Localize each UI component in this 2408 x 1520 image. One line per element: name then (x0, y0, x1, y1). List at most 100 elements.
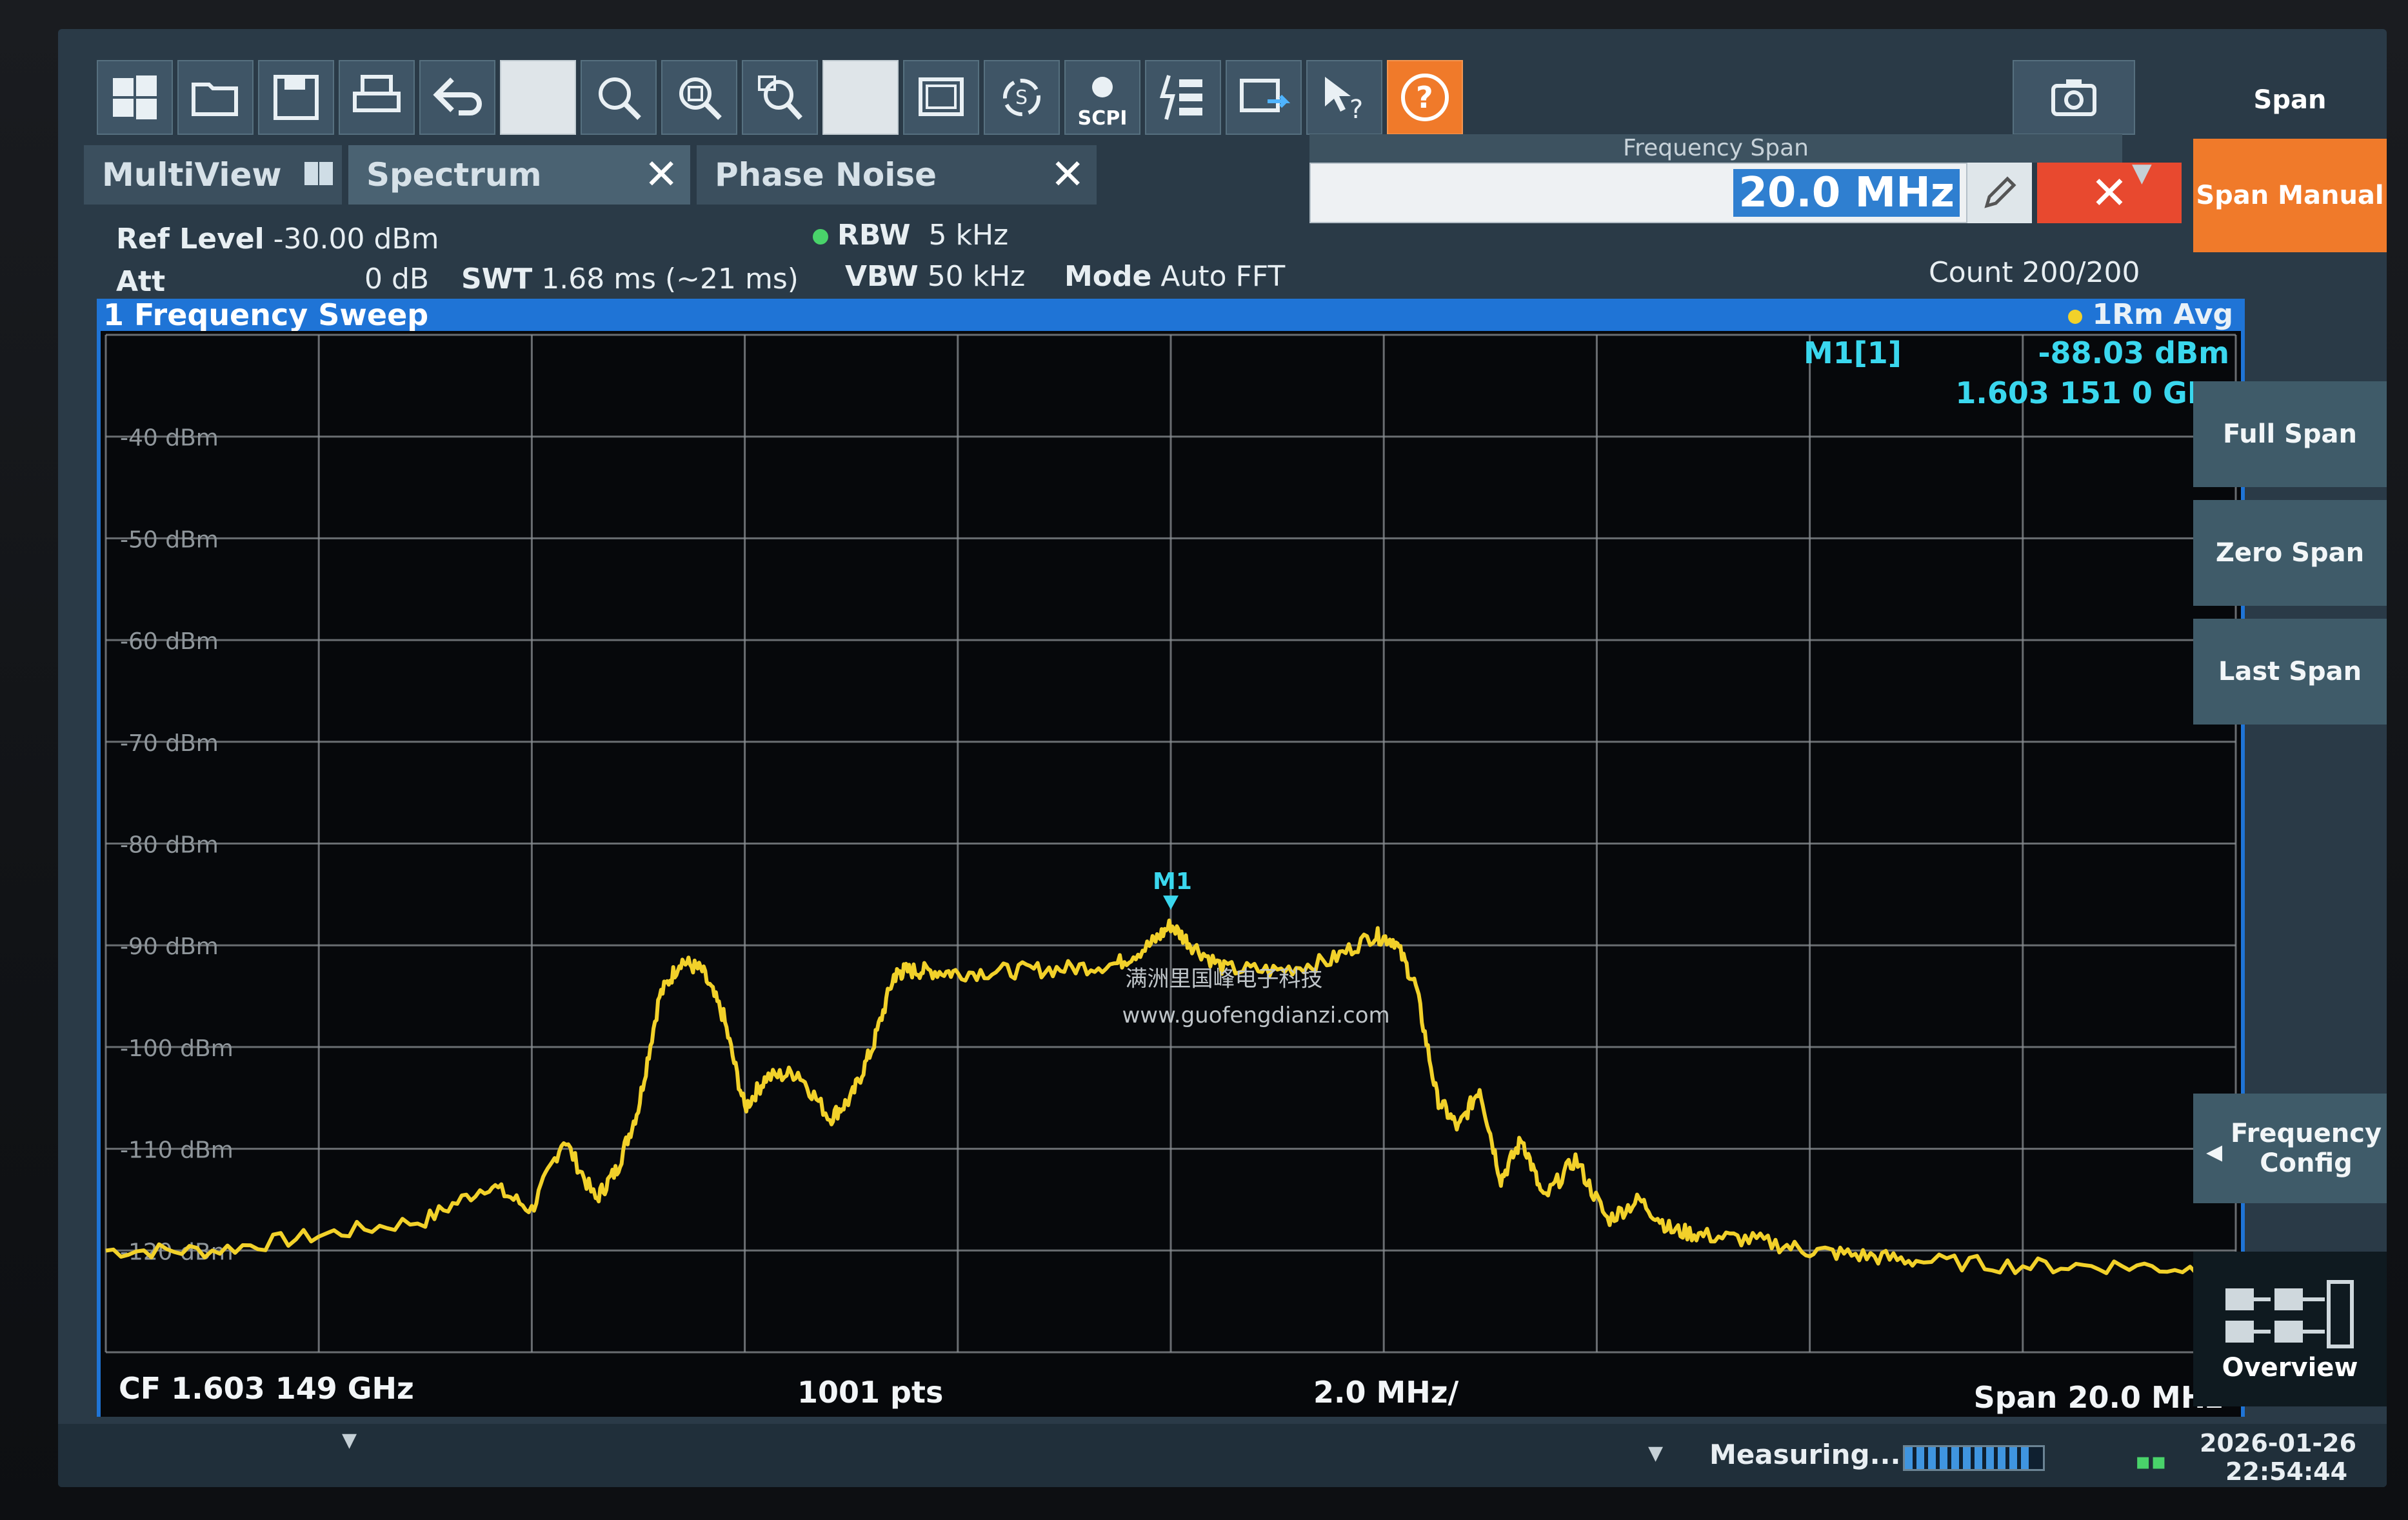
att-label: Att (116, 265, 166, 298)
measuring-status: Measuring... (1709, 1439, 1901, 1470)
marker-triangle (1163, 895, 1179, 910)
rbw-readout: RBW 5 kHz (813, 219, 1008, 252)
marker-tag: M1 (1153, 868, 1192, 895)
trace-color-dot-icon (2068, 310, 2083, 324)
status-time: 22:54:44 (2225, 1457, 2348, 1486)
footer-center-frequency: CF 1.603 149 GHz (119, 1371, 414, 1406)
status-date: 2026-01-26 (2200, 1429, 2357, 1457)
tab-multiview[interactable]: MultiView (84, 145, 342, 205)
zoom-icon[interactable] (581, 60, 657, 135)
zoom-multi-icon[interactable] (742, 60, 818, 135)
sequencer-icon[interactable]: S (984, 60, 1060, 135)
display-config-icon[interactable] (1226, 60, 1302, 135)
vbw-readout: VBW 50 kHz (845, 260, 1025, 293)
full-span-button[interactable]: Full Span (2193, 381, 2387, 487)
ref-level-label: Ref Level (116, 223, 264, 255)
overview-button[interactable]: Overview (2193, 1252, 2387, 1406)
analyzer-screen: S SCPI ? ? MultiView Spectrum ✕ Phase No… (58, 29, 2387, 1487)
rbw-status-dot-icon (813, 229, 828, 245)
ref-level-readout: Ref Level -30.00 dBm (116, 223, 439, 255)
y-tick-label: -40 dBm (120, 425, 219, 452)
footer-span: Span 20.0 MHz (1974, 1380, 2223, 1415)
scpi-recorder-icon[interactable]: SCPI (1064, 60, 1140, 135)
spectrum-plot[interactable]: -40 dBm -50 dBm -60 dBm -70 dBm -80 dBm -90 d… (97, 331, 2245, 1417)
camera-icon[interactable] (2013, 60, 2135, 135)
att-value: 0 dB (364, 263, 430, 295)
rbw-label: RBW (837, 219, 911, 252)
vbw-value: 50 kHz (927, 260, 1026, 293)
tab-phase-noise-label: Phase Noise (715, 156, 937, 194)
frequency-span-value[interactable]: 20.0 MHz (1733, 169, 1960, 217)
overview-diagram-icon (2225, 1280, 2354, 1348)
watermark-text-url: www.guofengdianzi.com (1122, 1003, 1389, 1028)
help-icon[interactable]: ? (1387, 60, 1463, 135)
windows-icon[interactable] (97, 60, 173, 135)
save-icon[interactable] (258, 60, 334, 135)
att-readout: Att (116, 265, 165, 298)
overview-label: Overview (2222, 1353, 2358, 1383)
zero-span-button[interactable]: Zero Span (2193, 500, 2387, 606)
footer-points: 1001 pts (797, 1375, 943, 1410)
trace-label-text: 1Rm Avg (2092, 298, 2233, 331)
close-tab-phase-noise-icon[interactable]: ✕ (1050, 145, 1085, 205)
diagram-title: 1 Frequency Sweep (103, 297, 429, 332)
mode-readout: Mode Auto FFT (1064, 260, 1285, 293)
tab-multiview-label: MultiView (102, 156, 282, 194)
print-icon[interactable] (339, 60, 415, 135)
swt-label: SWT (461, 263, 533, 295)
folder-open-icon[interactable] (177, 60, 254, 135)
full-screen-icon[interactable] (903, 60, 979, 135)
frequency-config-button[interactable]: ◂ Frequency Config (2193, 1094, 2387, 1203)
softkey-header: Span (2193, 61, 2387, 139)
status-chevron-down-icon-2[interactable]: ▼ (1648, 1442, 1663, 1465)
y-tick-label: -70 dBm (120, 730, 219, 757)
last-span-button[interactable]: Last Span (2193, 619, 2387, 725)
close-icon[interactable]: ✕ (2037, 163, 2182, 223)
ref-level-value: -30.00 dBm (273, 223, 439, 255)
spectrum-chart[interactable]: -40 dBm -50 dBm -60 dBm -70 dBm -80 dBm -90 d… (101, 331, 2241, 1417)
y-tick-label: -110 dBm (120, 1137, 234, 1164)
frequency-span-dialog: Frequency Span 20.0 MHz ✕ (1309, 134, 2182, 231)
marker-frequency: 1.603 151 0 GHz (1955, 375, 2229, 410)
pencil-icon[interactable] (1967, 163, 2032, 223)
y-tick-label: -50 dBm (120, 526, 219, 553)
chevron-down-icon[interactable]: ▼ (2132, 158, 2152, 188)
diagram-title-bar[interactable]: 1 Frequency Sweep 1Rm Avg (97, 299, 2245, 331)
mode-label: Mode (1064, 260, 1152, 293)
frequency-span-title: Frequency Span (1309, 134, 2122, 163)
svg-text:S: S (1015, 86, 1028, 109)
blank-icon[interactable] (500, 60, 576, 135)
chevron-left-icon: ◂ (2206, 1132, 2223, 1170)
y-tick-label: -90 dBm (120, 934, 219, 960)
network-icon: ▪▪ (2135, 1448, 2167, 1475)
zoom-off-icon[interactable] (822, 60, 899, 135)
help-pointer-icon[interactable]: ? (1306, 60, 1382, 135)
mode-value: Auto FFT (1160, 260, 1286, 293)
zoom-area-icon[interactable] (661, 60, 737, 135)
marker-level: -88.03 dBm (2038, 335, 2229, 370)
swt-readout: SWT 1.68 ms (~21 ms) (461, 263, 799, 295)
frequency-span-input[interactable]: 20.0 MHz (1309, 163, 1967, 223)
y-tick-label: -100 dBm (120, 1035, 234, 1062)
y-tick-label: -60 dBm (120, 628, 219, 655)
svg-text:?: ? (1349, 95, 1363, 125)
watermark-text-cn: 满洲里国峰电子科技 (1126, 966, 1323, 992)
sweep-count: Count 200/200 (1929, 256, 2140, 289)
marker-name: M1[1] (1804, 335, 1902, 370)
y-tick-label: -80 dBm (120, 832, 219, 859)
tab-spectrum-label: Spectrum (366, 156, 542, 194)
tab-phase-noise[interactable]: Phase Noise ✕ (697, 145, 1097, 205)
svg-text:?: ? (1416, 80, 1433, 115)
undo-icon[interactable] (419, 60, 495, 135)
trace-label: 1Rm Avg (2068, 299, 2233, 331)
footer-division: 2.0 MHz/ (1313, 1375, 1459, 1410)
signal-config-icon[interactable] (1145, 60, 1221, 135)
vbw-label: VBW (845, 260, 919, 293)
tab-spectrum[interactable]: Spectrum ✕ (348, 145, 690, 205)
measurement-progress-bar (1903, 1445, 2045, 1471)
rbw-value: 5 kHz (928, 219, 1009, 252)
close-tab-spectrum-icon[interactable]: ✕ (644, 145, 679, 205)
span-manual-button[interactable]: Span Manual (2193, 139, 2387, 252)
scpi-label: SCPI (1077, 107, 1128, 130)
status-chevron-down-icon[interactable]: ▼ (342, 1429, 357, 1452)
